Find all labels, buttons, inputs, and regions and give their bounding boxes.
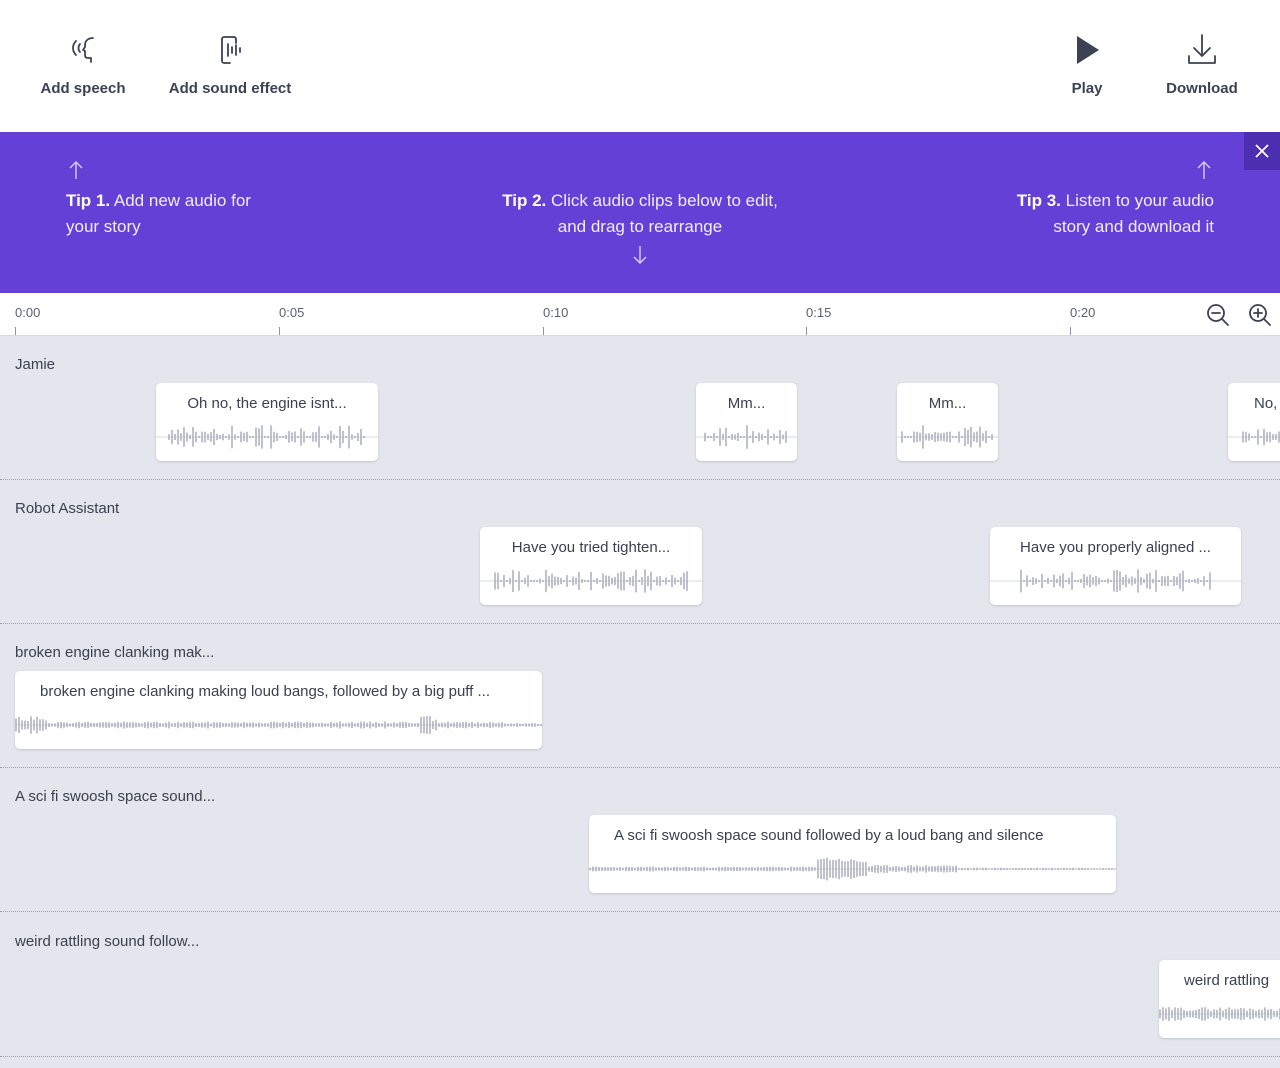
tip-3-title: Tip 3. xyxy=(1016,191,1061,210)
clip-text: Have you tried tighten... xyxy=(511,539,671,556)
time-tick-mark xyxy=(15,327,16,335)
zoom-out-button[interactable] xyxy=(1205,302,1231,328)
waveform xyxy=(156,425,378,449)
track-name: Jamie xyxy=(15,356,56,373)
add-speech-button[interactable]: Add speech xyxy=(40,30,126,97)
close-icon xyxy=(1255,144,1269,158)
clip-text: broken engine clanking making loud bangs… xyxy=(40,683,491,700)
track-jamie: Jamie Oh no, the engine isnt... Mm... Mm… xyxy=(0,336,1280,480)
waveform xyxy=(897,425,998,449)
tip-1-title: Tip 1. xyxy=(66,191,111,210)
speaking-head-icon xyxy=(72,37,94,63)
track-name: A sci fi swoosh space sound... xyxy=(15,788,216,805)
clip-text: A sci fi swoosh space sound followed by … xyxy=(614,827,1044,844)
waveform xyxy=(1228,428,1280,446)
time-tick-label: 0:05 xyxy=(279,305,305,320)
tips-banner: Tip 1. Add new audio for your story Tip … xyxy=(0,132,1280,293)
track-broken-engine: broken engine clanking mak... broken eng… xyxy=(0,624,1280,768)
play-button[interactable]: Play xyxy=(1062,30,1112,97)
audio-clip[interactable]: Have you tried tighten... xyxy=(480,527,702,605)
clip-text: Oh no, the engine isnt... xyxy=(187,395,347,412)
download-label: Download xyxy=(1166,80,1238,97)
time-tick-mark xyxy=(806,327,807,335)
clip-text: Mm... xyxy=(928,395,967,412)
waveform xyxy=(480,569,702,593)
add-sound-effect-button[interactable]: Add sound effect xyxy=(168,30,292,97)
time-tick-mark xyxy=(1070,327,1071,335)
audio-clip[interactable]: Have you properly aligned ... xyxy=(990,527,1241,605)
zoom-in-button[interactable] xyxy=(1247,302,1273,328)
download-icon xyxy=(1188,34,1216,64)
track-sci-fi-swoosh: A sci fi swoosh space sound... A sci fi … xyxy=(0,768,1280,912)
tip-2: Tip 2. Click audio clips below to edit, … xyxy=(500,188,780,240)
add-speech-label: Add speech xyxy=(40,80,126,97)
zoom-out-icon xyxy=(1207,304,1229,326)
add-sound-effect-label: Add sound effect xyxy=(168,80,292,97)
timeline-ruler[interactable]: 0:00 0:05 0:10 0:15 0:20 xyxy=(0,293,1280,336)
audio-clip[interactable]: No, xyxy=(1228,383,1280,461)
audio-clip[interactable]: Oh no, the engine isnt... xyxy=(156,383,378,461)
waveform xyxy=(1159,1007,1280,1021)
play-icon xyxy=(1077,36,1099,64)
track-robot-assistant: Robot Assistant Have you tried tighten..… xyxy=(0,480,1280,624)
audio-clip[interactable]: Mm... xyxy=(897,383,998,461)
zoom-in-icon xyxy=(1249,304,1271,326)
audio-clip[interactable]: Mm... xyxy=(696,383,797,461)
tip-3: Tip 3. Listen to your audio story and do… xyxy=(990,188,1214,240)
waveform xyxy=(990,569,1241,593)
time-tick-mark xyxy=(543,327,544,335)
audio-clip[interactable]: A sci fi swoosh space sound followed by … xyxy=(589,815,1116,893)
download-button[interactable]: Download xyxy=(1162,30,1242,97)
audio-clip[interactable]: broken engine clanking making loud bangs… xyxy=(15,671,542,749)
clip-text: Have you properly aligned ... xyxy=(1020,539,1211,556)
audio-clip[interactable]: weird rattling xyxy=(1159,960,1280,1038)
clip-text: No, xyxy=(1254,395,1278,412)
track-name: weird rattling sound follow... xyxy=(15,933,200,950)
time-tick-label: 0:20 xyxy=(1070,305,1096,320)
track-name: Robot Assistant xyxy=(15,500,120,517)
time-tick-label: 0:15 xyxy=(806,305,832,320)
tip-2-title: Tip 2. xyxy=(502,191,547,210)
arrow-up-icon xyxy=(1196,160,1212,180)
time-tick-mark xyxy=(279,327,280,335)
tip-3-text: Listen to your audio story and download … xyxy=(1053,191,1214,236)
waveform xyxy=(15,716,542,734)
time-tick-label: 0:00 xyxy=(15,305,41,320)
clip-text: Mm... xyxy=(727,395,766,412)
arrow-down-icon xyxy=(632,245,648,265)
waveform xyxy=(589,857,1116,881)
arrow-up-icon xyxy=(68,160,84,180)
tip-2-text: Click audio clips below to edit, and dra… xyxy=(551,191,778,236)
track-name: broken engine clanking mak... xyxy=(15,644,215,661)
sound-effect-phone-icon xyxy=(221,36,241,64)
tip-1: Tip 1. Add new audio for your story xyxy=(66,188,286,240)
track-weird-rattling: weird rattling sound follow... weird rat… xyxy=(0,913,1280,1057)
time-tick-label: 0:10 xyxy=(543,305,569,320)
play-label: Play xyxy=(1071,80,1103,97)
waveform xyxy=(696,425,797,449)
close-tips-button[interactable] xyxy=(1244,132,1280,170)
clip-text: weird rattling xyxy=(1184,972,1270,989)
toolbar: Add speech Add sound effect Play Downloa… xyxy=(0,0,1280,132)
